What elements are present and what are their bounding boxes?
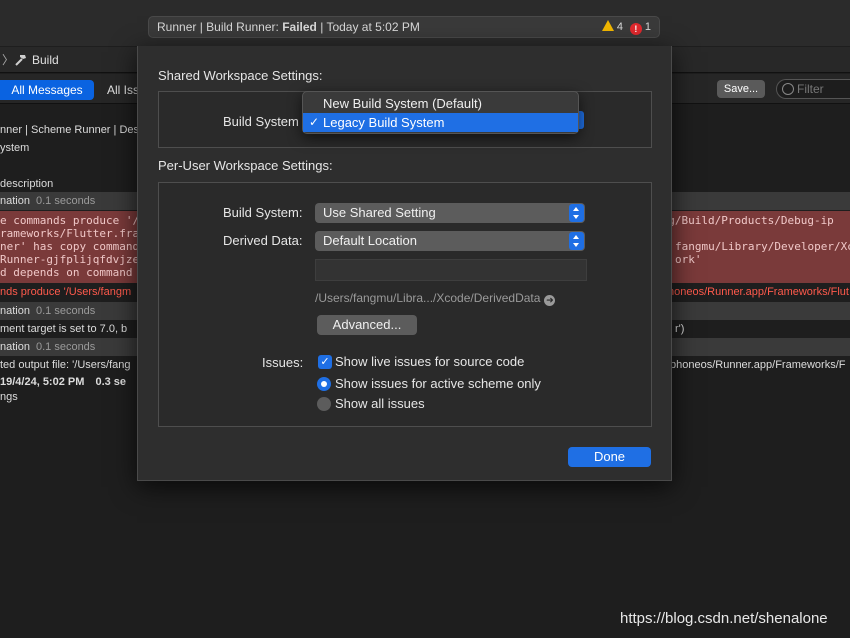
shared-build-system-label: Build System (223, 114, 299, 129)
save-log-button[interactable]: Save... (717, 80, 765, 98)
menu-item-label: Legacy Build System (323, 115, 445, 130)
log-step-time: 0.1 seconds (35, 305, 96, 317)
filter-input[interactable]: Filter (776, 79, 850, 99)
error-indicator[interactable]: ! 1 (629, 17, 651, 37)
popup-stepper-icon (569, 232, 584, 250)
error-line: d depends on command (0, 266, 133, 279)
active-scheme-radio[interactable] (317, 377, 331, 391)
error-line: Runner-gjfplijqfdvjze (0, 253, 140, 266)
checkmark-icon: ✓ (309, 115, 320, 129)
all-issues-radio[interactable] (317, 397, 331, 411)
derived-data-path-text: /Users/fangmu/Libra.../Xcode/DerivedData (315, 291, 541, 305)
output-file-right: phoneos/Runner.app/Frameworks/F (670, 359, 846, 371)
per-user-build-system-value: Use Shared Setting (323, 205, 436, 220)
window-titlebar: Runner | Build Runner: Failed | Today at… (0, 0, 850, 46)
activity-suffix: | Today at 5:02 PM (316, 20, 420, 34)
error-message-right: honeos/Runner.app/Frameworks/Flut (668, 286, 849, 298)
warning-indicator[interactable]: 4 (601, 17, 623, 37)
log-step-label: nation (0, 341, 30, 353)
filter-icon (782, 83, 794, 95)
log-step-time: 0.1 seconds (35, 195, 96, 207)
error-count: 1 (644, 21, 651, 33)
summary-date: 19/4/24, 5:02 PM (0, 376, 85, 388)
menu-item-new-build-system[interactable]: New Build System (Default) (303, 94, 578, 113)
error-line: fangmu/Library/Developer/Xc (675, 240, 850, 253)
error-line: e commands produce '/ (0, 214, 140, 227)
all-issues-label: Show all issues (335, 396, 425, 411)
deploy-warning-left: ment target is set to 7.0, b (0, 323, 128, 335)
warning-count: 4 (616, 21, 623, 33)
deploy-warning-right: r') (675, 323, 685, 335)
live-issues-checkbox[interactable]: ✓ (318, 355, 332, 369)
summary-time: 0.3 se (95, 376, 127, 388)
hammer-icon (15, 55, 26, 66)
error-line: ohg/Build/Products/Debug-ip (655, 214, 834, 227)
popup-stepper-icon (569, 204, 584, 222)
all-issues-tab[interactable]: All Iss (107, 80, 139, 100)
activity-prefix: Runner | Build Runner: (157, 20, 283, 34)
derived-data-path: /Users/fangmu/Libra.../Xcode/DerivedData… (315, 291, 556, 306)
error-line: rameworks/Flutter.fra (0, 227, 140, 240)
active-scheme-label: Show issues for active scheme only (335, 376, 541, 391)
error-line: ner' has copy command (0, 240, 140, 253)
issues-label: Issues: (262, 355, 304, 370)
watermark: https://blog.csdn.net/shenalone (620, 610, 828, 627)
activity-status: Failed (282, 20, 317, 34)
per-user-settings-group: Build System: Use Shared Setting Derived… (158, 182, 652, 427)
filter-placeholder: Filter (797, 82, 824, 96)
error-line: ork' (675, 253, 702, 266)
activity-viewer: Runner | Build Runner: Failed | Today at… (148, 16, 660, 38)
menu-item-label: New Build System (Default) (323, 96, 482, 111)
advanced-button[interactable]: Advanced... (317, 315, 417, 335)
per-user-settings-title: Per-User Workspace Settings: (158, 158, 333, 173)
error-message-left: nds produce '/Users/fangm (0, 286, 132, 298)
jump-bar-build[interactable]: Build (32, 47, 59, 73)
per-user-build-system-popup[interactable]: Use Shared Setting (315, 203, 585, 223)
build-system-menu[interactable]: New Build System (Default) ✓ Legacy Buil… (302, 91, 579, 134)
error-icon: ! (629, 23, 642, 35)
warning-icon (601, 20, 614, 31)
live-issues-label: Show live issues for source code (335, 354, 525, 369)
shared-settings-title: Shared Workspace Settings: (158, 68, 323, 83)
derived-data-label: Derived Data: (223, 233, 303, 248)
derived-data-value: Default Location (323, 233, 417, 248)
chevron-right-icon: 〉 (2, 53, 15, 67)
derived-data-popup[interactable]: Default Location (315, 231, 585, 251)
per-user-build-system-label: Build System: (223, 205, 303, 220)
custom-derived-path-field (315, 259, 587, 281)
menu-item-legacy-build-system[interactable]: ✓ Legacy Build System (303, 113, 578, 132)
done-button[interactable]: Done (568, 447, 651, 467)
all-messages-tab[interactable]: All Messages (0, 80, 94, 100)
log-step-time: 0.1 seconds (35, 341, 96, 353)
reveal-arrow-icon[interactable]: ➜ (544, 295, 556, 306)
log-step-label: nation (0, 305, 30, 317)
log-step-label: nation (0, 195, 30, 207)
output-file-left: ted output file: '/Users/fang (0, 359, 131, 371)
